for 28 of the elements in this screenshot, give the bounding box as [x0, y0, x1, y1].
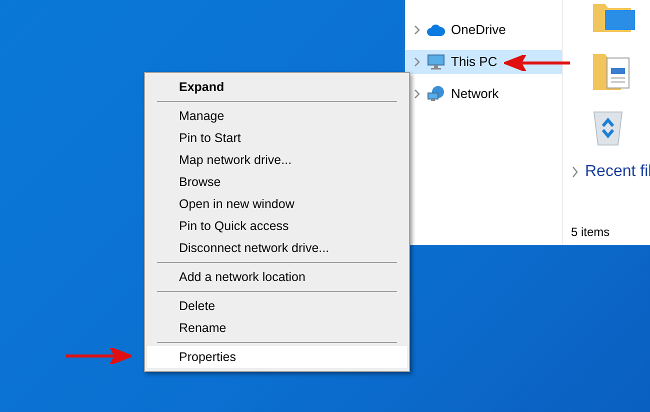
menu-item[interactable]: Browse — [147, 171, 407, 193]
menu-item[interactable]: Rename — [147, 317, 407, 339]
status-bar-text: 5 items — [571, 224, 610, 241]
menu-item[interactable]: Pin to Start — [147, 127, 407, 149]
nav-item-label: Network — [451, 85, 499, 104]
chevron-icon[interactable] — [413, 89, 421, 99]
nav-item[interactable]: Network — [405, 78, 562, 110]
menu-item[interactable]: Properties — [147, 346, 407, 368]
chevron-icon[interactable] — [571, 166, 579, 178]
network-icon — [427, 86, 445, 102]
menu-item[interactable]: Expand — [147, 76, 407, 98]
cloud-icon — [427, 24, 445, 36]
menu-item[interactable]: Add a network location — [147, 266, 407, 288]
left-arrow-icon — [504, 55, 572, 71]
nav-item[interactable]: This PC — [405, 50, 562, 74]
chevron-icon[interactable] — [413, 25, 421, 35]
menu-item[interactable]: Delete — [147, 295, 407, 317]
menu-item[interactable]: Pin to Quick access — [147, 215, 407, 237]
menu-item[interactable]: Map network drive... — [147, 149, 407, 171]
nav-item-label: OneDrive — [451, 21, 506, 40]
right-arrow-icon — [64, 348, 132, 364]
nav-item[interactable]: OneDrive — [405, 14, 562, 46]
chevron-icon[interactable] — [413, 57, 421, 67]
menu-item[interactable]: Manage — [147, 105, 407, 127]
menu-item[interactable]: Open in new window — [147, 193, 407, 215]
menu-item[interactable]: Disconnect network drive... — [147, 237, 407, 259]
nav-item-label: This PC — [451, 53, 498, 72]
monitor-icon — [427, 54, 445, 70]
